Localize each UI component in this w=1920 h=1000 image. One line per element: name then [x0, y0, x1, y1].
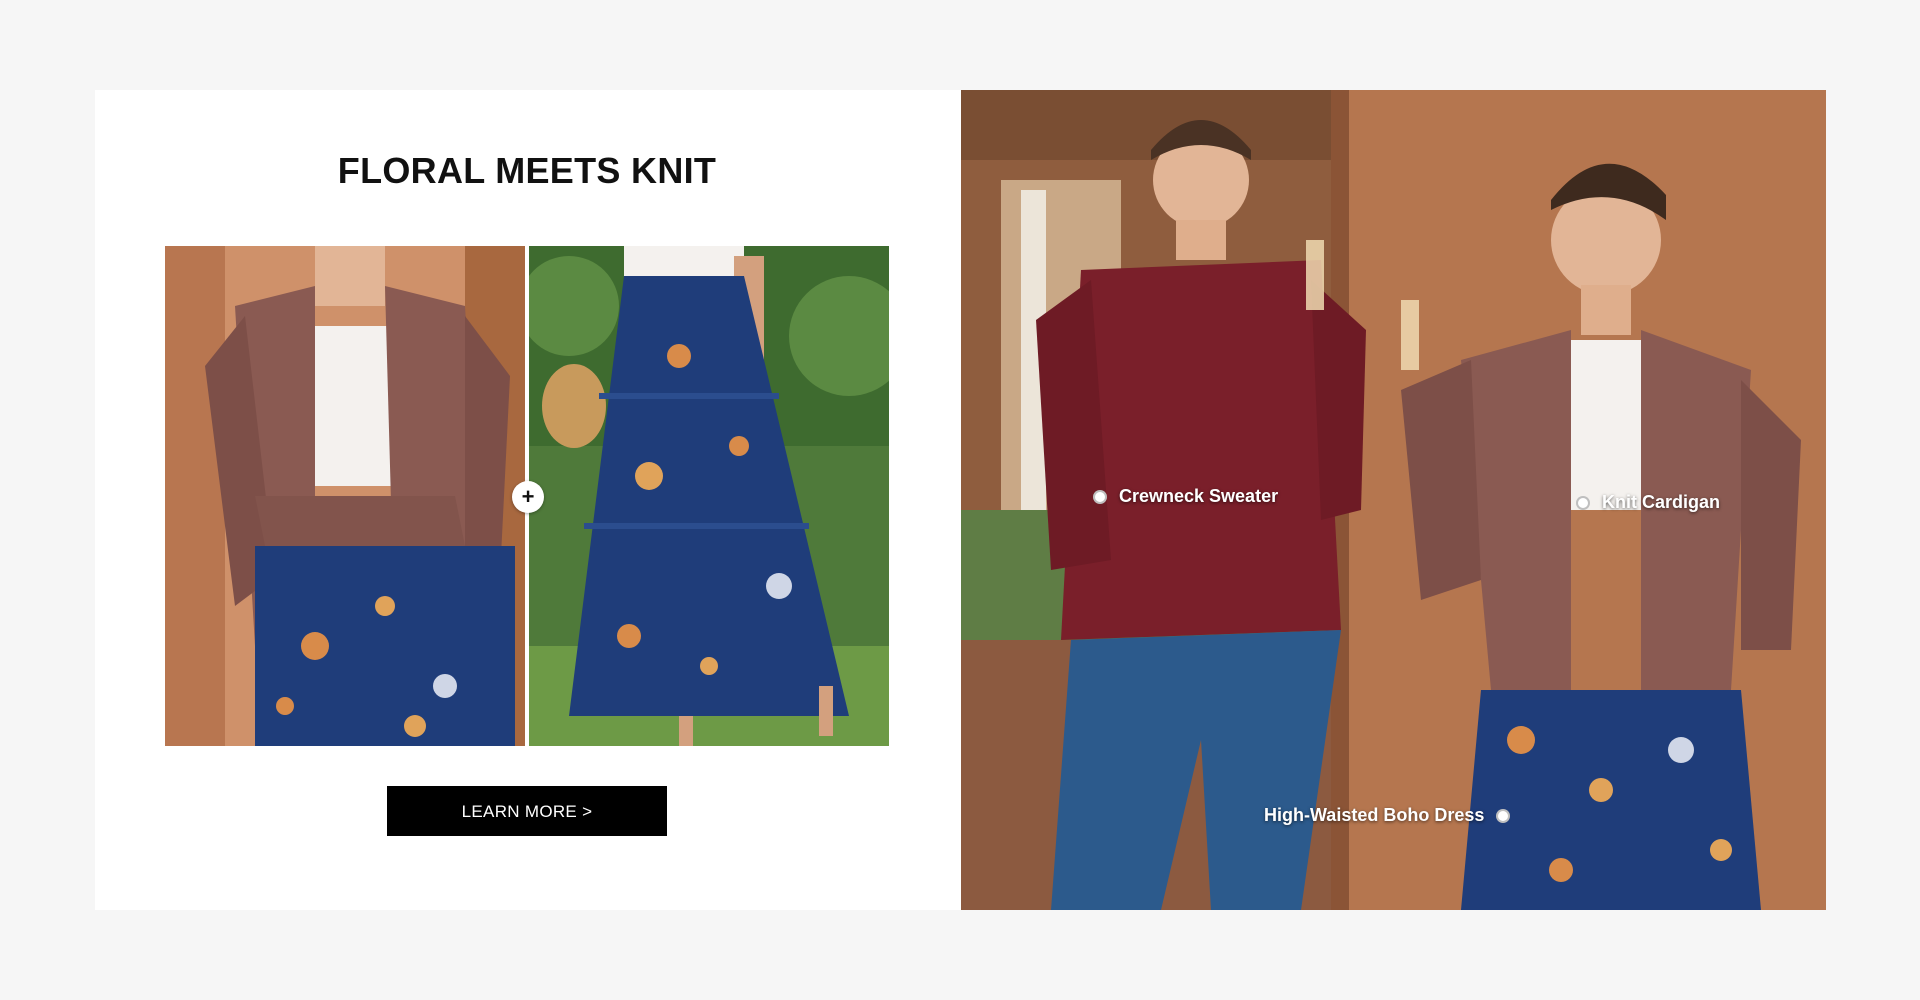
page: FLORAL MEETS KNIT + LEARN MORE > Crewnec… [0, 0, 1920, 1000]
cardigan-product-image[interactable] [165, 246, 525, 746]
hotspot-label-crewneck-sweater: Crewneck Sweater [1119, 486, 1279, 506]
hotspot-dot [1496, 808, 1511, 823]
learn-more-button[interactable]: LEARN MORE > [387, 786, 667, 836]
hotspot-knit-cardigan[interactable]: Knit Cardigan [1576, 492, 1720, 513]
hotspot-dot [1576, 495, 1590, 510]
hotspot-dot [1093, 489, 1107, 504]
promo-headline: FLORAL MEETS KNIT [337, 150, 717, 191]
hotspot-label-knit-cardigan: Knit Cardigan [1602, 492, 1721, 512]
floral-skirt-product-image[interactable] [529, 246, 889, 746]
hotspot-label-high-waisted-boho-dress: High-Waisted Boho Dress [1264, 805, 1485, 825]
hotspot-crewneck-sweater[interactable]: Crewneck Sweater [1093, 486, 1278, 507]
hotspot-high-waisted-boho-dress[interactable]: High-Waisted Boho Dress [1264, 805, 1511, 826]
plus-icon: + [512, 481, 544, 513]
